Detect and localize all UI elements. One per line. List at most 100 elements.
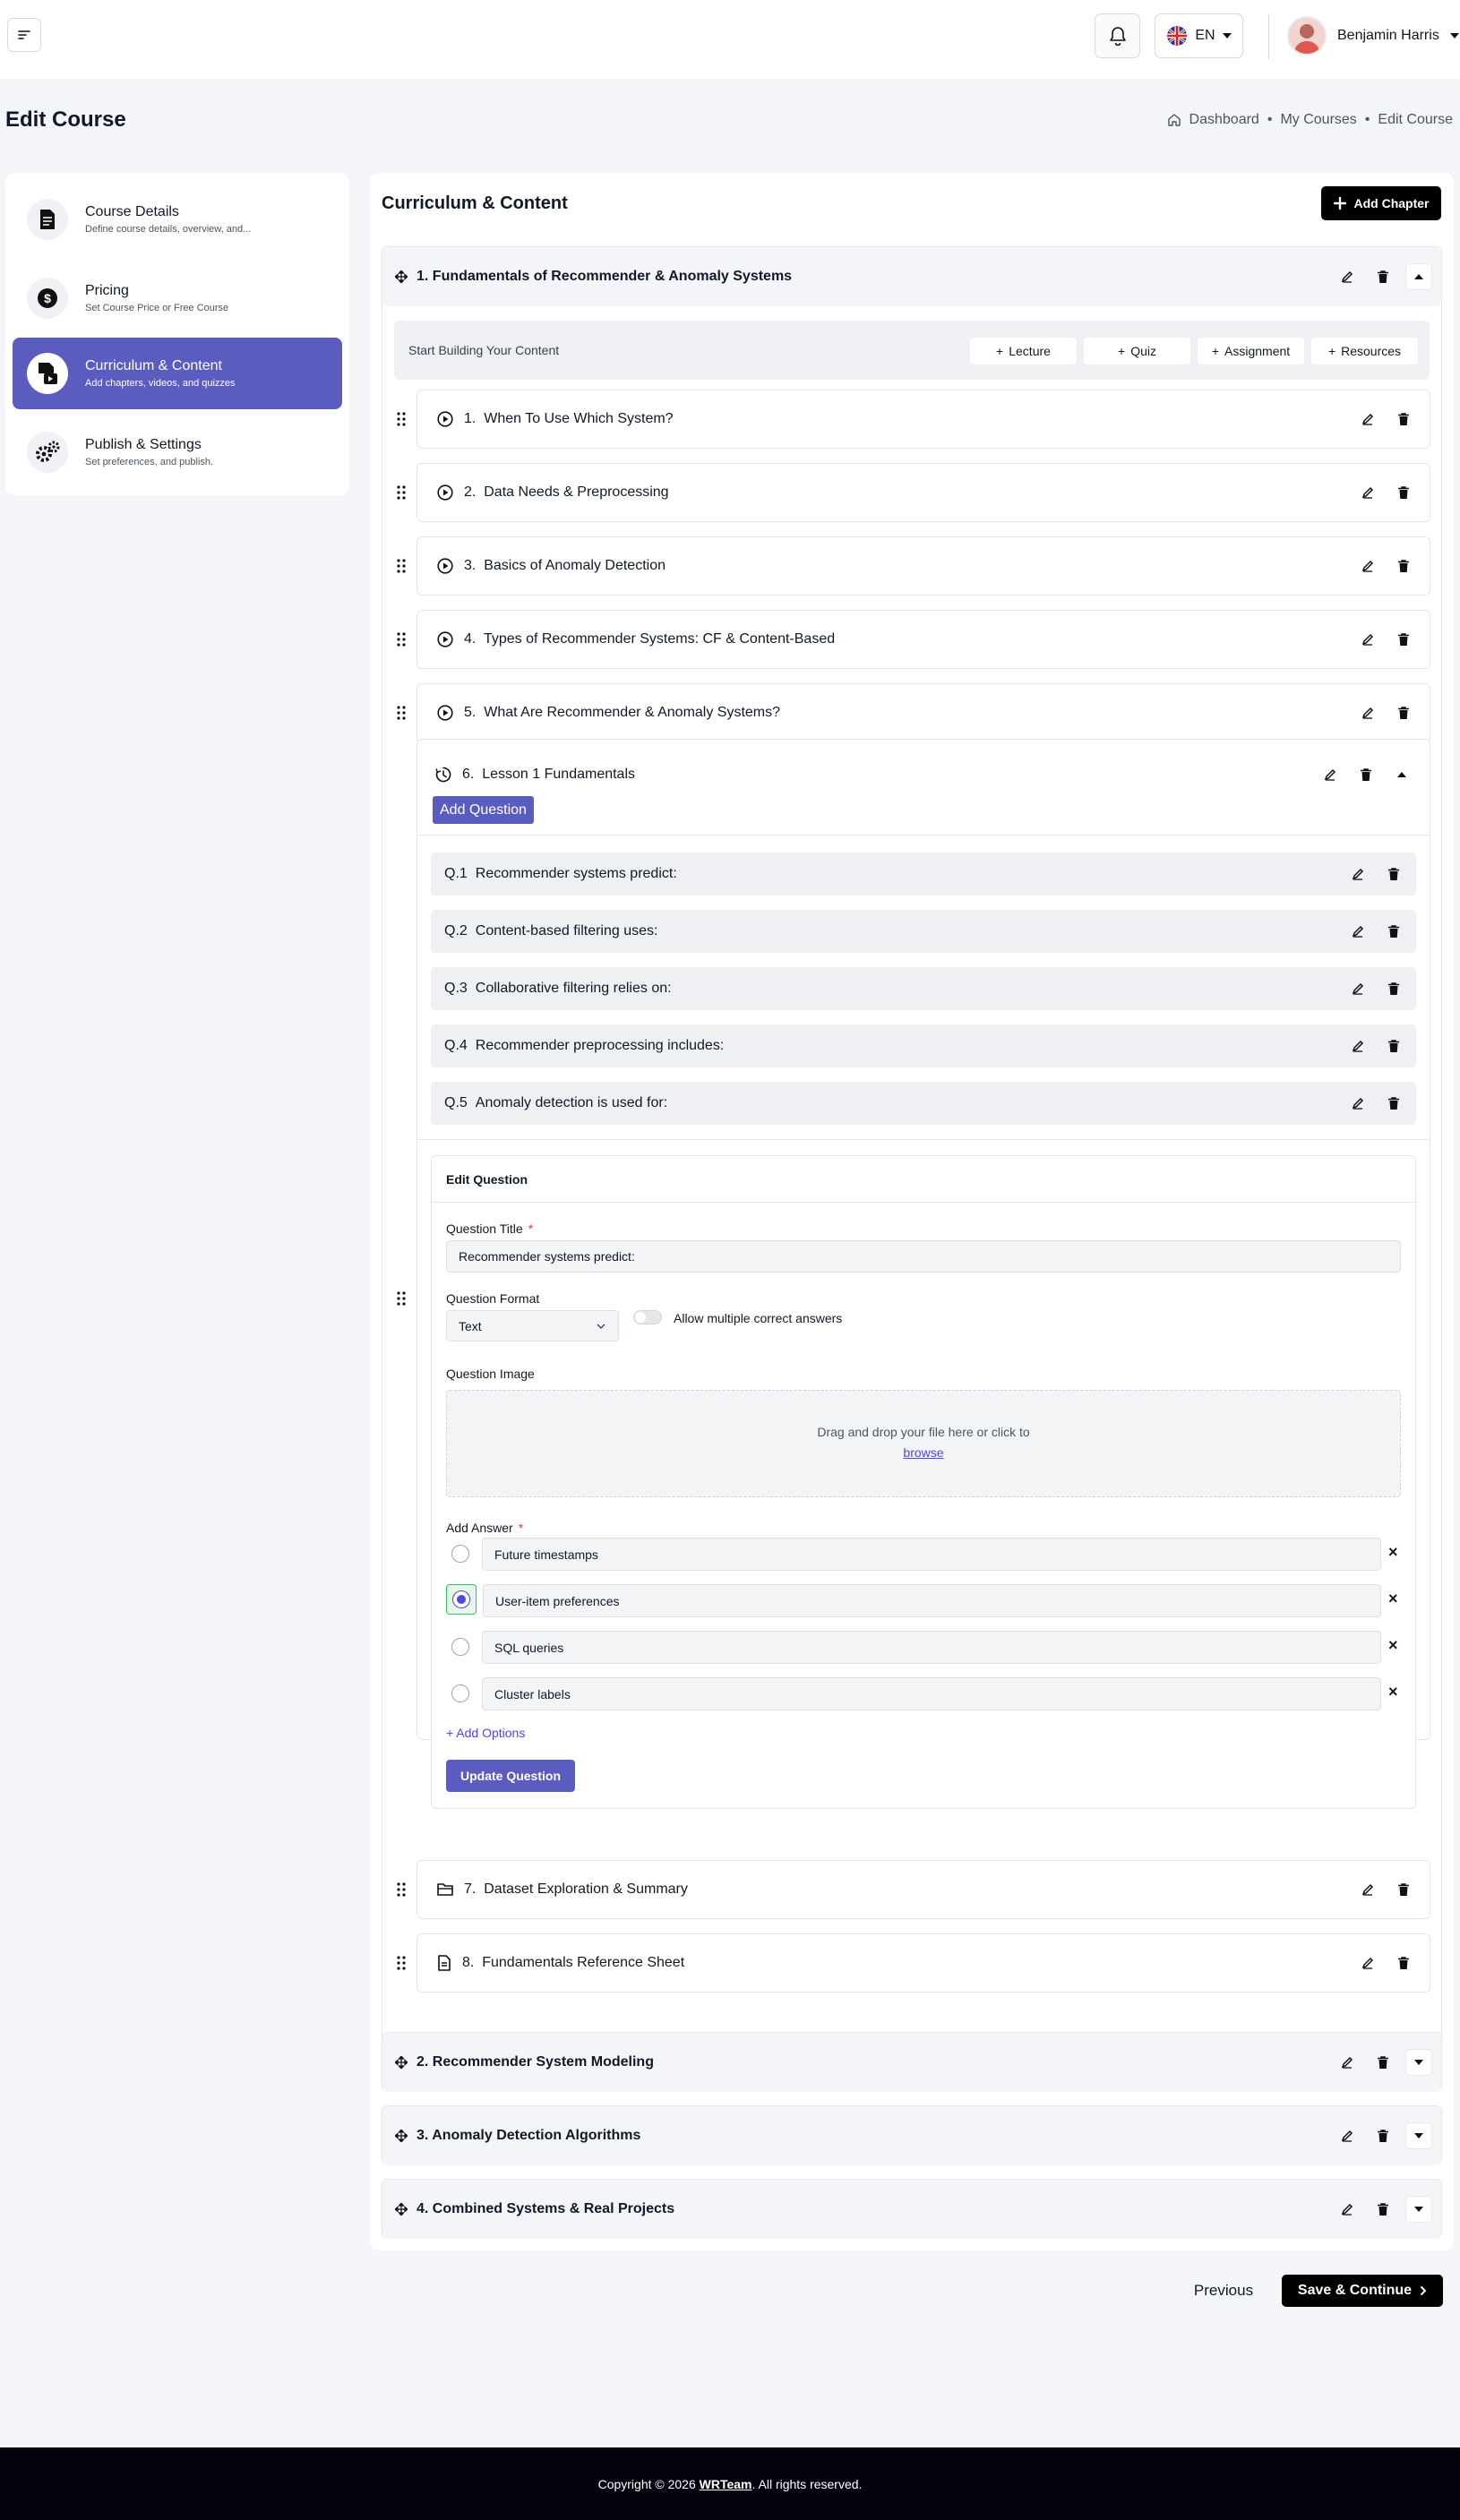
drag-handle-icon[interactable] [396,558,407,574]
answer-radio[interactable] [451,1684,469,1702]
edit-button[interactable] [1334,2122,1361,2149]
delete-button[interactable] [1380,975,1407,1002]
drag-handle-icon[interactable] [396,1881,407,1898]
delete-button[interactable] [1370,2049,1396,2076]
image-dropzone[interactable]: Drag and drop your file here or click to… [446,1390,1401,1497]
chapter-header[interactable]: 4. Combined Systems & Real Projects [382,2180,1441,2239]
edit-button[interactable] [1354,1876,1381,1903]
drag-handle-icon[interactable] [396,411,407,427]
question-title-input[interactable]: Recommender systems predict: [446,1240,1401,1273]
delete-button[interactable] [1380,918,1407,945]
delete-button[interactable] [1370,2122,1396,2149]
collapse-button[interactable] [1405,263,1432,290]
lesson-item[interactable]: 8. Fundamentals Reference Sheet [417,1933,1430,1993]
edit-button[interactable] [1334,2196,1361,2223]
edit-button[interactable] [1344,918,1371,945]
delete-button[interactable] [1353,761,1379,788]
answer-input[interactable]: Cluster labels [482,1677,1381,1710]
step-publish-settings[interactable]: Publish & Settings Set preferences, and p… [13,416,342,488]
step-course-details[interactable]: Course Details Define course details, ove… [13,184,342,255]
notifications-button[interactable] [1095,13,1140,58]
add-resources-button[interactable]: + Resources [1311,338,1418,364]
remove-answer-button[interactable]: × [1388,1636,1398,1655]
chapter-header[interactable]: 3. Anomaly Detection Algorithms [382,2106,1441,2165]
add-options-link[interactable]: + Add Options [446,1726,525,1740]
save-continue-button[interactable]: Save & Continue [1282,2275,1443,2307]
edit-button[interactable] [1344,861,1371,887]
drag-move-icon[interactable] [395,2056,408,2069]
delete-button[interactable] [1380,1033,1407,1059]
delete-button[interactable] [1390,406,1417,433]
brand-link[interactable]: WRTeam [700,2477,752,2491]
collapse-button[interactable] [1388,761,1415,788]
edit-button[interactable] [1344,1033,1371,1059]
lesson-item[interactable]: 4. Types of Recommender Systems: CF & Co… [417,610,1430,669]
answer-input[interactable]: SQL queries [482,1631,1381,1664]
previous-button[interactable]: Previous [1185,2276,1262,2306]
update-question-button[interactable]: Update Question [446,1760,575,1792]
delete-button[interactable] [1390,1950,1417,1976]
expand-button[interactable] [1405,2122,1432,2149]
delete-button[interactable] [1390,626,1417,653]
lesson-item[interactable]: 7. Dataset Exploration & Summary [417,1860,1430,1919]
answer-input[interactable]: User-item preferences [483,1584,1381,1617]
drag-handle-icon[interactable] [396,705,407,721]
chapter-header[interactable]: 2. Recommender System Modeling [382,2033,1441,2092]
menu-toggle-button[interactable] [7,18,41,52]
edit-button[interactable] [1334,2049,1361,2076]
edit-button[interactable] [1317,761,1344,788]
question-item[interactable]: Q.4 Recommender preprocessing includes: [431,1024,1416,1067]
remove-answer-button[interactable]: × [1388,1590,1398,1608]
drag-move-icon[interactable] [395,2203,408,2216]
delete-button[interactable] [1390,699,1417,726]
edit-button[interactable] [1354,626,1381,653]
lesson-item[interactable]: 5. What Are Recommender & Anomaly System… [417,683,1430,742]
edit-button[interactable] [1354,479,1381,506]
question-item[interactable]: Q.1 Recommender systems predict: [431,853,1416,896]
edit-button[interactable] [1354,1950,1381,1976]
add-lecture-button[interactable]: + Lecture [970,338,1077,364]
delete-button[interactable] [1390,553,1417,579]
drag-handle-icon[interactable] [396,484,407,501]
question-item[interactable]: Q.5 Anomaly detection is used for: [431,1082,1416,1125]
question-item[interactable]: Q.3 Collaborative filtering relies on: [431,967,1416,1010]
answer-radio[interactable] [451,1545,469,1563]
drag-handle-icon[interactable] [396,1290,407,1307]
remove-answer-button[interactable]: × [1388,1543,1398,1562]
breadcrumb-dashboard[interactable]: Dashboard [1189,112,1259,128]
add-chapter-button[interactable]: Add Chapter [1321,186,1441,220]
edit-button[interactable] [1354,699,1381,726]
add-assignment-button[interactable]: + Assignment [1198,338,1304,364]
add-quiz-button[interactable]: + Quiz [1084,338,1190,364]
answer-radio[interactable] [451,1638,469,1656]
delete-button[interactable] [1380,861,1407,887]
multiple-answers-toggle[interactable] [633,1310,662,1324]
drag-handle-icon[interactable] [396,631,407,647]
expand-button[interactable] [1405,2196,1432,2223]
edit-button[interactable] [1344,975,1371,1002]
drag-move-icon[interactable] [395,270,408,283]
lesson-item[interactable]: 2. Data Needs & Preprocessing [417,463,1430,522]
answer-input[interactable]: Future timestamps [482,1538,1381,1571]
step-curriculum[interactable]: Curriculum & Content Add chapters, videos… [13,338,342,409]
edit-button[interactable] [1354,553,1381,579]
language-selector[interactable]: EN [1155,13,1243,58]
browse-link[interactable]: browse [447,1445,1400,1460]
question-format-select[interactable]: Text [446,1310,619,1341]
chapter-header[interactable]: 1. Fundamentals of Recommender & Anomaly… [382,247,1441,306]
step-pricing[interactable]: $ Pricing Set Course Price or Free Course [13,262,342,334]
answer-radio-selected[interactable] [452,1590,470,1608]
lesson-item[interactable]: 1. When To Use Which System? [417,390,1430,449]
delete-button[interactable] [1390,1876,1417,1903]
drag-move-icon[interactable] [395,2130,408,2142]
lesson-item[interactable]: 3. Basics of Anomaly Detection [417,536,1430,596]
delete-button[interactable] [1380,1090,1407,1117]
edit-button[interactable] [1354,406,1381,433]
edit-button[interactable] [1344,1090,1371,1117]
expand-button[interactable] [1405,2049,1432,2076]
delete-button[interactable] [1390,479,1417,506]
question-item[interactable]: Q.2 Content-based filtering uses: [431,910,1416,953]
add-question-button[interactable]: Add Question [433,796,534,824]
delete-button[interactable] [1370,263,1396,290]
breadcrumb-my-courses[interactable]: My Courses [1280,112,1356,128]
